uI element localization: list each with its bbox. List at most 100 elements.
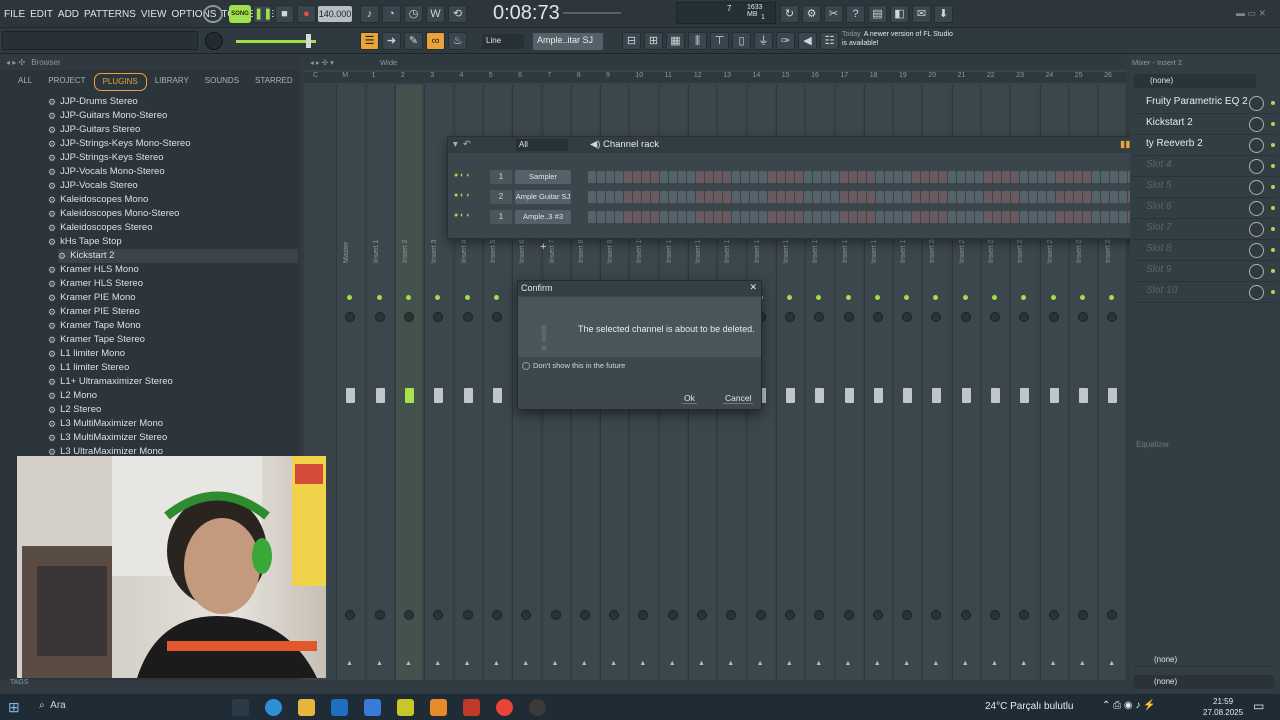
step-button[interactable] — [1056, 171, 1064, 183]
volume-fader[interactable] — [903, 388, 913, 403]
volume-fader[interactable] — [932, 388, 942, 403]
plugin-list-item[interactable]: ⚙ Kramer HLS Mono — [48, 263, 298, 277]
route-arrow-icon[interactable]: ▲ — [903, 660, 910, 667]
step-button[interactable] — [984, 171, 992, 183]
step-button[interactable] — [687, 211, 695, 223]
track-active-led[interactable] — [1021, 295, 1027, 300]
step-button[interactable] — [1119, 191, 1127, 203]
step-button[interactable] — [1002, 211, 1010, 223]
step-button[interactable] — [777, 171, 785, 183]
route-arrow-icon[interactable]: ▲ — [639, 660, 646, 667]
slot-mix-knob[interactable] — [1249, 159, 1264, 174]
pan-knob[interactable] — [784, 312, 795, 322]
plugin-list-item[interactable]: ⚙ Kramer Tape Mono — [48, 319, 298, 333]
step-button[interactable] — [723, 171, 731, 183]
step-button[interactable] — [678, 191, 686, 203]
channel-rack-titlebar[interactable]: ▾ ↶ All ◀) Channel rack ▮▮ ✕ — [448, 137, 1158, 153]
pencil-icon[interactable]: ✎ — [404, 32, 423, 50]
track-active-led[interactable] — [377, 295, 382, 300]
fw-icon[interactable] — [397, 699, 414, 716]
chrome-icon[interactable] — [496, 699, 513, 716]
pan-knob[interactable] — [902, 312, 913, 322]
route-arrow-icon[interactable]: ▲ — [522, 660, 529, 667]
send-knob[interactable] — [433, 610, 444, 620]
volume-fader[interactable] — [1020, 388, 1030, 403]
step-button[interactable] — [768, 171, 776, 183]
track-active-led[interactable] — [347, 295, 352, 300]
menu-edit[interactable]: EDIT — [30, 9, 53, 20]
slot-enable-led[interactable] — [1271, 101, 1275, 105]
master-volume-slider[interactable] — [236, 40, 316, 43]
send-knob[interactable] — [755, 610, 766, 620]
plugin-list-item[interactable]: ⚙ L1+ Ultramaximizer Stereo — [48, 375, 298, 389]
step-button[interactable] — [606, 211, 614, 223]
plugin-list-item[interactable]: ⚙ JJP-Guitars Mono-Stereo — [48, 109, 298, 123]
step-button[interactable] — [687, 191, 695, 203]
menu-grid-icon[interactable]: ☷ — [820, 32, 839, 50]
channel-mixer-number[interactable]: 2 — [490, 190, 512, 204]
fl-studio-icon[interactable] — [430, 699, 447, 716]
step-button[interactable] — [750, 211, 758, 223]
slot-mix-knob[interactable] — [1249, 264, 1264, 279]
step-button[interactable] — [894, 211, 902, 223]
pan-knob[interactable] — [491, 312, 502, 322]
step-button[interactable] — [939, 171, 947, 183]
step-button[interactable] — [768, 191, 776, 203]
slot-mix-knob[interactable] — [1249, 117, 1264, 132]
step-button[interactable] — [606, 171, 614, 183]
route-arrow-icon[interactable]: ▲ — [698, 660, 705, 667]
step-button[interactable] — [741, 211, 749, 223]
step-button[interactable] — [1092, 211, 1100, 223]
news-panel[interactable]: Today A newer version of FL Studio is ava… — [842, 30, 954, 52]
browser-tags[interactable]: TAGS — [10, 679, 29, 686]
step-button[interactable] — [1029, 171, 1037, 183]
step-button[interactable] — [750, 171, 758, 183]
volume-fader[interactable] — [873, 388, 883, 403]
pan-knob[interactable] — [433, 312, 444, 322]
step-button[interactable] — [903, 191, 911, 203]
step-button[interactable] — [1038, 211, 1046, 223]
channel-select[interactable]: Ample..itar SJ — [533, 33, 603, 50]
track-active-led[interactable] — [493, 295, 499, 300]
step-button[interactable] — [840, 191, 848, 203]
volume-fader[interactable] — [961, 388, 971, 403]
track-active-led[interactable] — [464, 295, 470, 300]
channel-row[interactable]: ● ◐ ◐ 1 Ample..3 #3 — [448, 208, 1163, 226]
step-button[interactable] — [777, 191, 785, 203]
step-button[interactable] — [795, 171, 803, 183]
route-arrow-icon[interactable]: ▲ — [1079, 660, 1086, 667]
save-icon[interactable]: ▤ — [868, 5, 887, 23]
step-button[interactable] — [885, 191, 893, 203]
step-button[interactable] — [921, 191, 929, 203]
send-knob[interactable] — [1048, 610, 1059, 620]
menu-file[interactable]: FILE — [4, 9, 25, 20]
step-button[interactable] — [1056, 191, 1064, 203]
tree-icon[interactable]: ⊤ — [710, 32, 729, 50]
plugin-list-item[interactable]: ⚙ JJP-Vocals Stereo — [48, 179, 298, 193]
output-select-1[interactable]: (none) — [1134, 653, 1274, 667]
step-button[interactable] — [669, 191, 677, 203]
step-button[interactable] — [1074, 211, 1082, 223]
send-knob[interactable] — [609, 610, 620, 620]
step-button[interactable] — [813, 191, 821, 203]
step-button[interactable] — [714, 171, 722, 183]
step-button[interactable] — [1101, 171, 1109, 183]
step-button[interactable] — [669, 211, 677, 223]
step-button[interactable] — [660, 211, 668, 223]
store-icon[interactable] — [364, 699, 381, 716]
step-button[interactable] — [1011, 211, 1019, 223]
step-button[interactable] — [732, 191, 740, 203]
step-button[interactable] — [705, 191, 713, 203]
undo-icon[interactable]: ↻ — [780, 5, 799, 23]
download-icon[interactable]: ⬇ — [934, 5, 953, 23]
step-button[interactable] — [615, 211, 623, 223]
step-button[interactable] — [588, 211, 596, 223]
volume-fader[interactable] — [991, 388, 1000, 403]
step-button[interactable] — [1083, 211, 1091, 223]
track-active-led[interactable] — [435, 295, 441, 300]
step-button[interactable] — [867, 211, 875, 223]
piano-roll-icon[interactable]: ▦ — [666, 32, 685, 50]
song-mode-button[interactable]: SONG — [229, 5, 251, 23]
route-arrow-icon[interactable]: ▲ — [815, 660, 822, 667]
step-button[interactable] — [1029, 191, 1037, 203]
